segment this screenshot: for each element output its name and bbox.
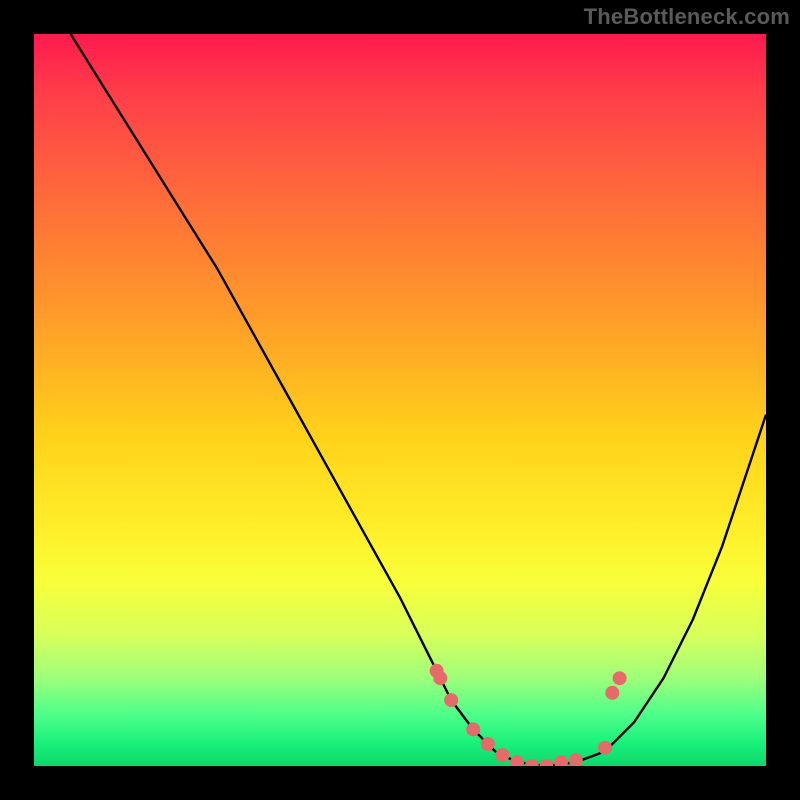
highlight-point bbox=[605, 686, 619, 700]
marker-group bbox=[430, 664, 627, 766]
highlight-point bbox=[510, 755, 524, 766]
chart-stage: TheBottleneck.com bbox=[0, 0, 800, 800]
curve-layer bbox=[34, 34, 766, 766]
chart-curve bbox=[71, 34, 766, 766]
highlight-point bbox=[613, 671, 627, 685]
watermark-label: TheBottleneck.com bbox=[584, 4, 790, 30]
highlight-point bbox=[496, 748, 510, 762]
highlight-point bbox=[569, 753, 583, 766]
plot-area bbox=[34, 34, 766, 766]
highlight-point bbox=[466, 722, 480, 736]
highlight-point bbox=[598, 741, 612, 755]
highlight-point bbox=[554, 755, 568, 766]
highlight-point bbox=[539, 759, 553, 766]
highlight-point bbox=[444, 693, 458, 707]
highlight-point bbox=[481, 737, 495, 751]
highlight-point bbox=[525, 759, 539, 766]
highlight-point bbox=[433, 671, 447, 685]
